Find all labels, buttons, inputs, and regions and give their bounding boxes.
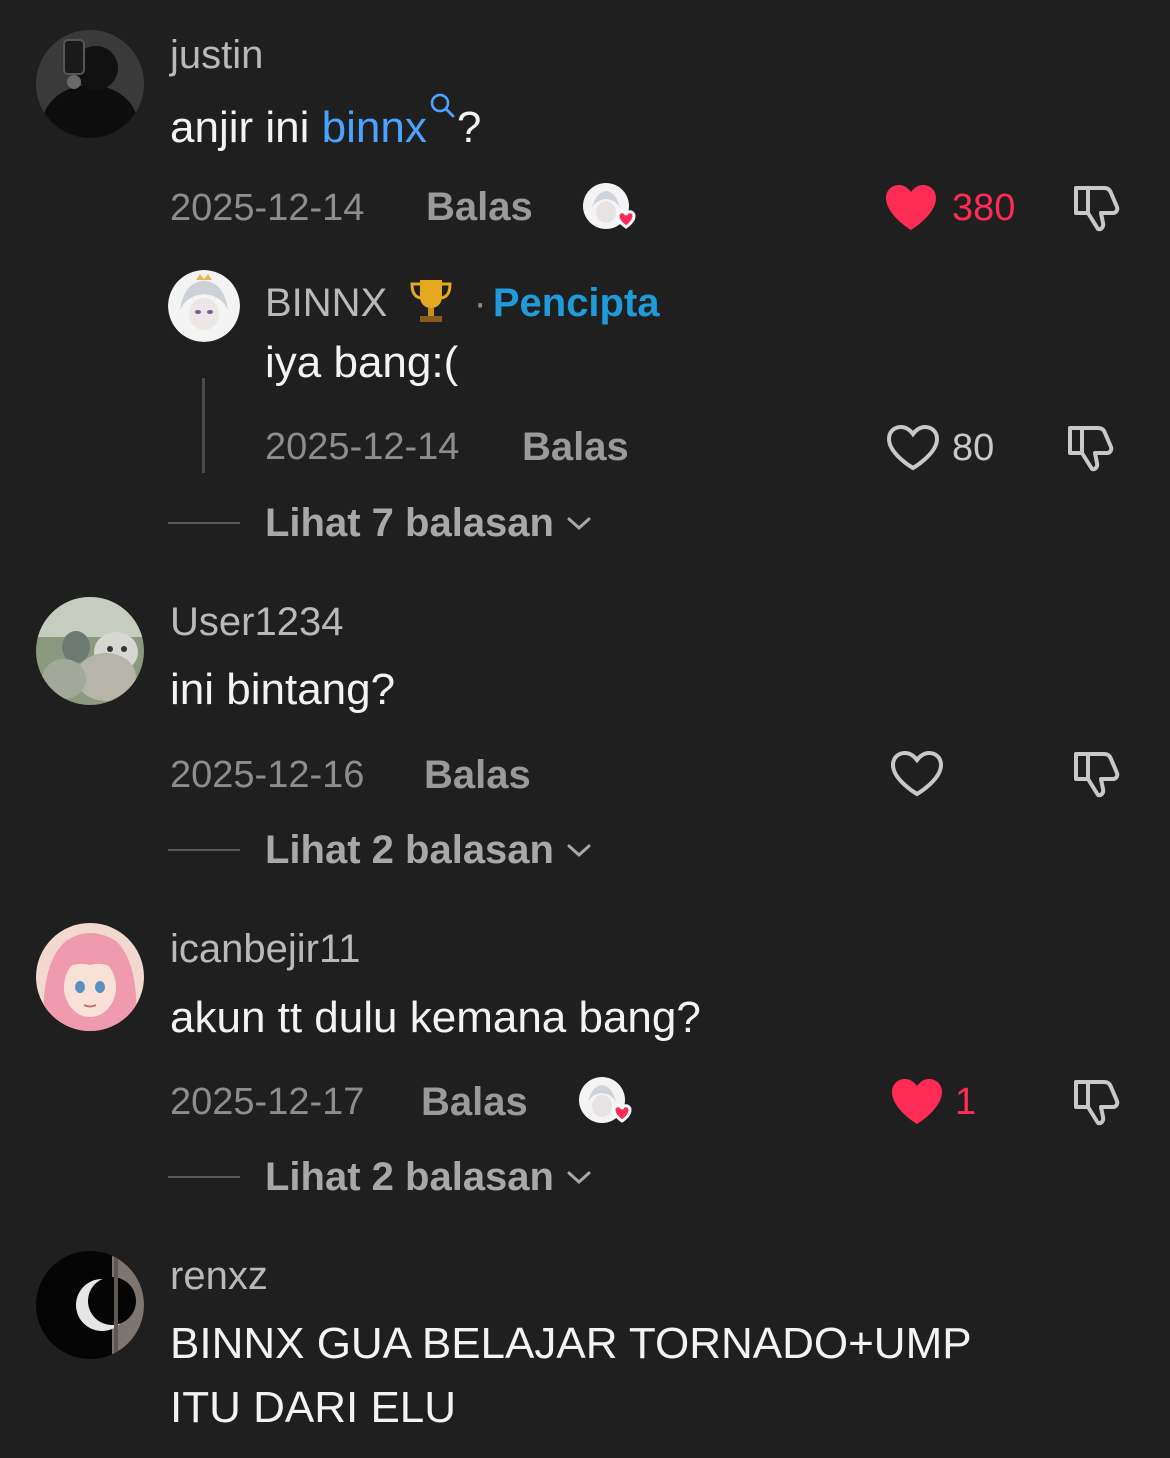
avatar-justin[interactable] bbox=[36, 30, 144, 138]
view-replies-label: Lihat 7 balasan bbox=[265, 501, 554, 545]
like-count: 80 bbox=[952, 427, 995, 469]
reply-username: BINNX · Pencipta bbox=[265, 276, 660, 326]
like-count: 1 bbox=[955, 1081, 977, 1123]
comment-username[interactable]: icanbejir11 bbox=[170, 929, 361, 969]
avatar-renxz[interactable] bbox=[36, 1251, 144, 1359]
mention-link[interactable]: binnx bbox=[322, 103, 427, 152]
reply-button[interactable]: Balas bbox=[421, 1082, 528, 1122]
view-replies-button[interactable]: Lihat 7 balasan bbox=[265, 503, 593, 543]
comment-text-part: ? bbox=[456, 103, 482, 152]
heart-outline-icon[interactable] bbox=[890, 750, 944, 798]
avatar-icanbejir11[interactable] bbox=[36, 923, 144, 1031]
reply-button[interactable]: Balas bbox=[424, 755, 531, 795]
separator-dot: · bbox=[473, 281, 487, 325]
comment-date: 2025-12-16 bbox=[170, 754, 365, 796]
heart-filled-icon[interactable] bbox=[884, 184, 938, 232]
reply-button[interactable]: Balas bbox=[522, 427, 629, 467]
comment-text: anjir ini binnx? bbox=[170, 92, 481, 160]
divider-line bbox=[168, 849, 240, 851]
thumbs-down-icon[interactable] bbox=[1070, 746, 1124, 800]
reply-text: iya bang:( bbox=[265, 338, 459, 387]
chevron-down-icon bbox=[567, 1171, 591, 1185]
reply-button[interactable]: Balas bbox=[426, 187, 533, 227]
comment-text: ini bintang? bbox=[170, 665, 396, 714]
comment-text-line: BINNX GUA BELAJAR TORNADO+UMP bbox=[170, 1319, 972, 1368]
comment-username[interactable]: User1234 bbox=[170, 602, 343, 642]
comment-date: 2025-12-14 bbox=[170, 187, 365, 229]
view-replies-label: Lihat 2 balasan bbox=[265, 828, 554, 872]
view-replies-button[interactable]: Lihat 2 balasan bbox=[265, 1157, 593, 1197]
thumbs-down-icon[interactable] bbox=[1064, 420, 1118, 474]
thumbs-down-icon[interactable] bbox=[1070, 1074, 1124, 1128]
heart-outline-icon[interactable] bbox=[886, 424, 940, 472]
chevron-down-icon bbox=[567, 844, 591, 858]
creator-liked-badge bbox=[582, 182, 642, 234]
avatar-binnx[interactable] bbox=[168, 270, 240, 342]
creator-name[interactable]: BINNX bbox=[265, 281, 387, 325]
comment-text: akun tt dulu kemana bang? bbox=[170, 993, 701, 1042]
comment-username[interactable]: renxz bbox=[170, 1256, 268, 1296]
thumbs-down-icon[interactable] bbox=[1070, 180, 1124, 234]
search-icon[interactable] bbox=[429, 92, 457, 120]
comment-username[interactable]: justin bbox=[170, 35, 263, 75]
like-count: 380 bbox=[952, 187, 1016, 229]
comment-text-line: ITU DARI ELU bbox=[170, 1383, 457, 1432]
comment-text-part: anjir ini bbox=[170, 103, 322, 152]
creator-badge: Pencipta bbox=[492, 281, 660, 325]
divider-line bbox=[168, 522, 240, 524]
divider-line bbox=[168, 1176, 240, 1178]
reply-date: 2025-12-14 bbox=[265, 426, 460, 468]
chevron-down-icon bbox=[567, 517, 591, 531]
creator-liked-badge bbox=[578, 1076, 638, 1128]
heart-filled-icon[interactable] bbox=[890, 1078, 944, 1126]
avatar-user1234[interactable] bbox=[36, 597, 144, 705]
view-replies-button[interactable]: Lihat 2 balasan bbox=[265, 830, 593, 870]
view-replies-label: Lihat 2 balasan bbox=[265, 1155, 554, 1199]
reply-thread-line bbox=[202, 378, 205, 473]
comment-date: 2025-12-17 bbox=[170, 1081, 365, 1123]
trophy-icon bbox=[410, 280, 452, 322]
